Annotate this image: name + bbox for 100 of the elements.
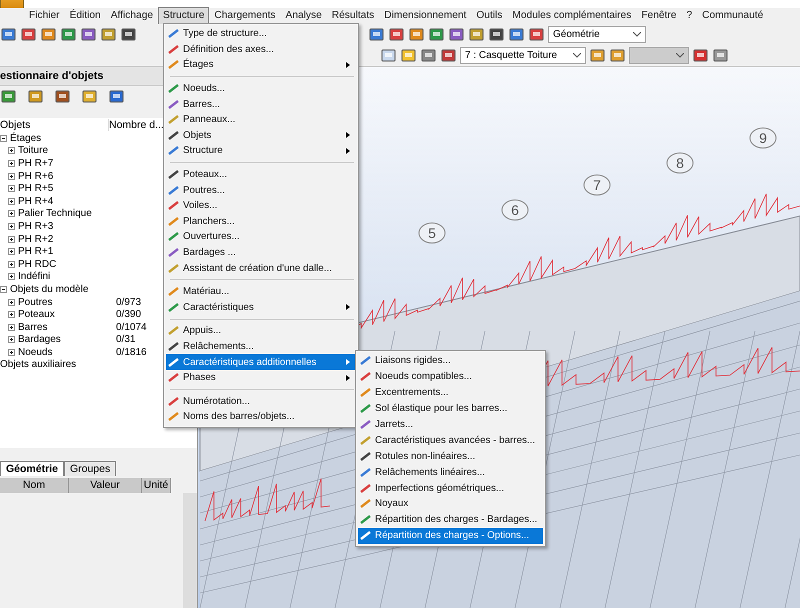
tree-item[interactable]: Objets auxiliaires [0, 359, 76, 370]
expand-icon[interactable] [8, 348, 15, 356]
menu-option[interactable]: Répartition des charges - Options... [358, 528, 543, 544]
menu-item[interactable]: Outils [471, 7, 508, 25]
tool-icon[interactable] [428, 26, 445, 43]
menu-option[interactable]: Jarrets... [358, 416, 543, 432]
tree-item[interactable]: PH R+1 [18, 246, 54, 258]
tool-icon[interactable] [440, 47, 457, 64]
tool-icon[interactable] [380, 47, 397, 64]
tool-icon[interactable] [100, 26, 117, 43]
tool-icon[interactable] [60, 26, 77, 43]
tool-icon[interactable] [448, 26, 465, 43]
column-header[interactable]: Valeur [69, 478, 142, 493]
expand-icon[interactable] [8, 210, 15, 218]
expand-icon[interactable] [8, 311, 15, 318]
expand-icon[interactable] [8, 260, 15, 268]
menu-item[interactable]: Fenêtre [636, 7, 682, 25]
menu-item[interactable]: Analyse [280, 7, 327, 25]
menu-option[interactable]: Type de structure... [166, 26, 356, 42]
tool-icon[interactable] [609, 47, 626, 64]
tool-icon[interactable] [589, 47, 606, 64]
tree-item[interactable]: Noeuds [18, 346, 52, 358]
tool-icon[interactable] [712, 47, 729, 64]
scrollbar[interactable] [183, 493, 197, 608]
tool-icon[interactable] [468, 26, 485, 43]
tool-icon[interactable] [81, 88, 98, 104]
panel-tab[interactable]: Géométrie [0, 461, 64, 476]
menu-option[interactable]: Excentrements... [358, 384, 543, 401]
expand-icon[interactable] [8, 298, 15, 306]
tree-item[interactable]: Poutres [18, 296, 52, 308]
tool-icon[interactable] [54, 88, 71, 104]
collapse-icon[interactable] [0, 286, 7, 293]
tool-icon[interactable] [108, 88, 125, 104]
expand-icon[interactable] [8, 185, 15, 192]
menu-item[interactable]: Modules complémentaires [507, 7, 636, 25]
menu-item[interactable]: Chargements [209, 7, 281, 25]
collapse-icon[interactable] [0, 134, 7, 142]
menu-option[interactable]: Noeuds compatibles... [358, 368, 543, 385]
tool-icon[interactable] [420, 47, 437, 64]
expand-icon[interactable] [8, 147, 15, 154]
expand-icon[interactable] [8, 273, 15, 280]
tree-item[interactable]: PH R+3 [18, 220, 54, 232]
menu-option[interactable]: Relâchements linéaires... [358, 464, 543, 480]
tool-icon[interactable] [400, 47, 417, 64]
menu-item[interactable]: Structure [158, 7, 210, 25]
tool-icon[interactable] [0, 88, 17, 104]
tool-icon[interactable] [388, 26, 405, 43]
expand-icon[interactable] [8, 198, 15, 205]
expand-icon[interactable] [8, 160, 15, 167]
menu-item[interactable]: ? [681, 7, 698, 25]
tool-icon[interactable] [40, 26, 57, 43]
tree-item[interactable]: PH R+5 [18, 183, 54, 194]
expand-icon[interactable] [8, 222, 15, 230]
column-header[interactable]: Unité [142, 478, 171, 493]
tool-icon[interactable] [528, 26, 545, 43]
tree-item[interactable]: Palier Technique [18, 208, 92, 220]
expand-icon[interactable] [8, 248, 15, 256]
tree-item[interactable]: PH R+7 [18, 158, 54, 169]
tool-icon[interactable] [488, 26, 505, 43]
menu-option[interactable]: Répartition des charges - Bardages... [358, 512, 543, 528]
tree-item[interactable]: Étages [10, 132, 42, 144]
tool-icon[interactable] [368, 26, 385, 43]
menu-item[interactable]: Dimensionnement [379, 7, 472, 25]
menu-option[interactable]: Noyaux [358, 496, 543, 512]
menu-option[interactable]: Caractéristiques avancées - barres... [358, 432, 543, 448]
view-select[interactable]: Géométrie [548, 26, 646, 43]
tree-item[interactable]: PH RDC [18, 258, 56, 270]
tool-icon[interactable] [0, 26, 17, 43]
story-select[interactable]: 7 : Casquette Toiture [460, 47, 586, 64]
tree-item[interactable]: PH R+4 [18, 196, 54, 207]
expand-icon[interactable] [8, 172, 15, 180]
tree-item[interactable]: Indéfini [18, 271, 50, 282]
menu-item[interactable]: Résultats [326, 7, 380, 25]
tree-item[interactable]: Objets du modèle [10, 284, 88, 295]
tool-icon[interactable] [27, 88, 44, 104]
menu-option[interactable]: Liaisons rigides... [358, 353, 543, 369]
tree-item[interactable]: Poteaux [18, 309, 55, 320]
menu-item[interactable]: Communauté [697, 7, 768, 25]
menu-item[interactable]: Fichier [24, 7, 65, 25]
expand-icon[interactable] [8, 336, 15, 344]
menu-item[interactable]: Affichage [106, 7, 158, 25]
expand-icon[interactable] [8, 236, 15, 243]
tool-icon[interactable] [20, 26, 37, 43]
tree-item[interactable]: Bardages [18, 334, 61, 346]
menu-item[interactable]: Édition [64, 7, 106, 25]
menu-option[interactable]: Définition des axes... [166, 42, 356, 58]
tool-icon[interactable] [508, 26, 525, 43]
tool-icon[interactable] [408, 26, 425, 43]
menu-option[interactable]: Sol élastique pour les barres... [358, 400, 543, 417]
menu-option[interactable]: Imperfections géométriques... [358, 480, 543, 496]
tree-item[interactable]: PH R+2 [18, 234, 54, 245]
menu-option[interactable]: Caractéristiques additionnelles [166, 354, 356, 370]
column-header[interactable]: Objets [0, 119, 109, 131]
tool-icon[interactable] [80, 26, 97, 43]
tree-item[interactable]: PH R+6 [18, 170, 54, 182]
panel-tab[interactable]: Groupes [64, 461, 116, 476]
tree-item[interactable]: Barres [18, 322, 48, 333]
menu-option[interactable]: Rotules non-linéaires... [358, 448, 543, 464]
tool-icon[interactable] [692, 47, 709, 64]
expand-icon[interactable] [8, 324, 15, 331]
